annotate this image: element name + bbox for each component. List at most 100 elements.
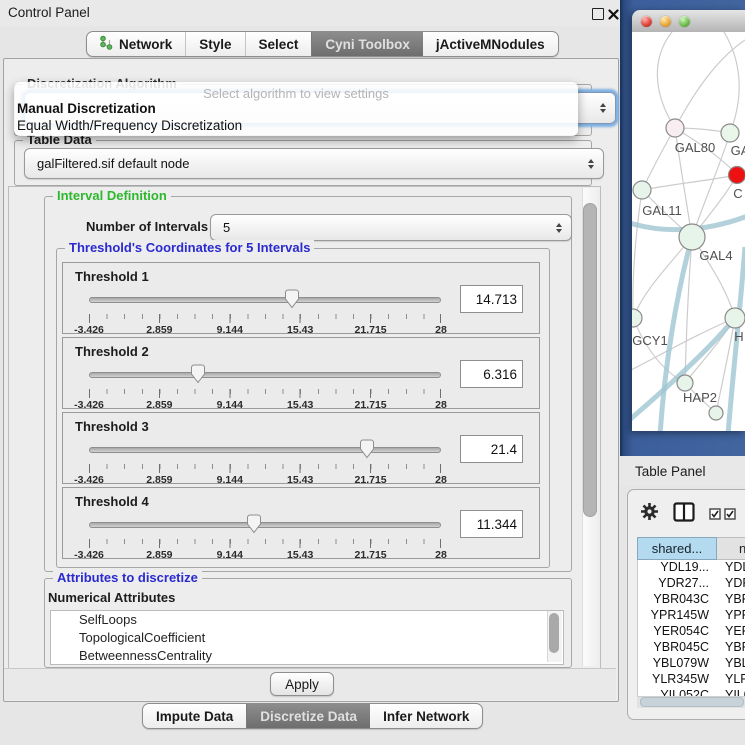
threshold-label: Threshold 2 [75,344,149,359]
table-header: shared... na [637,537,745,560]
threshold-slider[interactable]: -3.4262.8599.14415.4321.71528 [89,512,441,556]
network-canvas[interactable]: GAL80GACGAL11GAL4GCY1HHAP2 [632,32,745,431]
dropdown-option[interactable]: Equal Width/Frequency Discretization [17,118,242,133]
slider-ticks [89,464,441,473]
table-rows: YDL19...YDL1YDR27...YDR2YBR043CYBR0YPR14… [637,560,745,702]
network-graph-icon [100,35,113,53]
attribute-item[interactable]: BetweennessCentrality [51,647,563,665]
table-row[interactable]: YBR043CYBR0 [638,592,745,608]
apply-button[interactable]: Apply [270,672,334,696]
tick-label: 28 [435,399,447,411]
numerical-attributes-list: SelfLoopsTopologicalCoefficientBetweenne… [50,610,564,665]
table-data-combo[interactable]: galFiltered.sif default node [24,148,604,179]
tick-label: 21.715 [355,474,387,486]
tick-label: 28 [435,324,447,336]
tab-style[interactable]: Style [185,32,244,56]
slider-thumb[interactable] [360,439,375,459]
tick-label: 2.859 [146,324,172,336]
threshold-label: Threshold 3 [75,419,149,434]
table-row[interactable]: YDR27...YDR2 [638,576,745,592]
network-graph: GAL80GACGAL11GAL4GCY1HHAP2 [632,32,745,431]
threshold-slider[interactable]: -3.4262.8599.14415.4321.71528 [89,437,441,481]
table-row[interactable]: YBR045CYBR0 [638,640,745,656]
slider-track[interactable] [89,522,441,528]
slider-track[interactable] [89,372,441,378]
table-hscrollbar-thumb[interactable] [640,697,744,707]
tab-infer-network[interactable]: Infer Network [370,704,482,728]
slider-thumb[interactable] [247,514,262,534]
minimize-traffic-light-icon[interactable] [660,16,671,27]
svg-text:GAL11: GAL11 [642,203,682,218]
slider-track[interactable] [89,297,441,303]
fieldset-legend: Threshold's Coordinates for 5 Intervals [65,240,314,255]
gear-icon[interactable] [640,502,659,526]
threshold-slider[interactable]: -3.4262.8599.14415.4321.71528 [89,362,441,406]
tab-jactivemnodules[interactable]: jActiveMNodules [423,32,558,56]
tick-label: -3.426 [74,324,104,336]
svg-text:H: H [734,329,743,344]
table-row[interactable]: YLR345WYLR3 [638,672,745,688]
tick-label: 15.43 [287,474,313,486]
tick-label: 2.859 [146,474,172,486]
vertical-scrollbar-thumb[interactable] [583,203,597,517]
table-panel-toolbar [640,500,745,528]
slider-scale: -3.4262.8599.14415.4321.71528 [89,474,441,486]
number-of-intervals-combo[interactable]: 5 [210,214,572,241]
tab-cyni-toolbox[interactable]: Cyni Toolbox [311,32,423,56]
tab-select[interactable]: Select [245,32,312,56]
svg-text:HAP2: HAP2 [683,390,717,405]
threshold-slider[interactable]: -3.4262.8599.14415.4321.71528 [89,287,441,331]
combo-spinner-icon [556,223,562,233]
float-window-icon[interactable] [592,8,604,20]
split-panel-icon[interactable] [673,502,695,527]
zoom-traffic-light-icon[interactable] [679,16,690,27]
tick-label: -3.426 [74,474,104,486]
close-traffic-light-icon[interactable] [641,16,652,27]
svg-text:GAL80: GAL80 [675,140,715,155]
slider-track[interactable] [89,447,441,453]
tick-label: -3.426 [74,399,104,411]
attributes-scrollbar-thumb[interactable] [549,613,559,653]
control-panel-tabs: Network Style Select Cyni Toolbox jActiv… [86,31,559,57]
table-row[interactable]: YER054CYER0 [638,624,745,640]
fieldset-legend: Interval Definition [53,188,171,203]
table-row[interactable]: YPR145WYPR1 [638,608,745,624]
number-of-intervals-label: Number of Intervals [86,219,208,234]
column-header-shared-name[interactable]: shared... [637,537,717,560]
close-icon[interactable] [608,7,619,25]
slider-thumb[interactable] [285,289,300,309]
threshold-panel: Threshold 3 -3.4262.8599.14415.4321.7152… [62,412,540,484]
network-window-titlebar[interactable] [632,10,745,33]
column-header-name[interactable]: na [717,537,745,560]
attribute-item[interactable]: SelfLoops [51,611,563,629]
tab-network[interactable]: Network [87,32,185,56]
tick-label: 21.715 [355,549,387,561]
threshold-value-field[interactable]: 6.316 [460,360,523,388]
tick-label: 15.43 [287,549,313,561]
tab-cyni-toolbox-label: Cyni Toolbox [325,37,410,52]
slider-thumb[interactable] [191,364,206,384]
table-panel-titlebar: Table Panel [620,456,745,486]
tab-discretize-data[interactable]: Discretize Data [246,704,370,728]
slider-ticks [89,314,441,323]
checkbox-icons[interactable] [709,508,736,520]
tick-label: 15.43 [287,399,313,411]
slider-scale: -3.4262.8599.14415.4321.71528 [89,399,441,411]
dropdown-option-selected[interactable]: Manual Discretization [17,101,156,116]
table-row[interactable]: YDL19...YDL1 [638,560,745,576]
table-data-combo-value: galFiltered.sif default node [37,156,189,171]
tab-impute-data[interactable]: Impute Data [143,704,246,728]
slider-scale: -3.4262.8599.14415.4321.71528 [89,549,441,561]
fieldset-legend: Attributes to discretize [53,570,202,585]
threshold-value-field[interactable]: 11.344 [460,510,523,538]
svg-text:GAL4: GAL4 [699,248,732,263]
tab-style-label: Style [199,37,231,52]
threshold-value-field[interactable]: 21.4 [460,435,523,463]
threshold-value-field[interactable]: 14.713 [460,285,523,313]
dropdown-placeholder: Select algorithm to view settings [14,86,578,101]
table-row[interactable]: YBL079WYBL0 [638,656,745,672]
attribute-item[interactable]: TopologicalCoefficient [51,629,563,647]
svg-text:GA: GA [731,143,745,158]
network-view-window: GAL80GACGAL11GAL4GCY1HHAP2 [632,10,745,431]
threshold-panel: Threshold 1 -3.4262.8599.14415.4321.7152… [62,262,540,334]
